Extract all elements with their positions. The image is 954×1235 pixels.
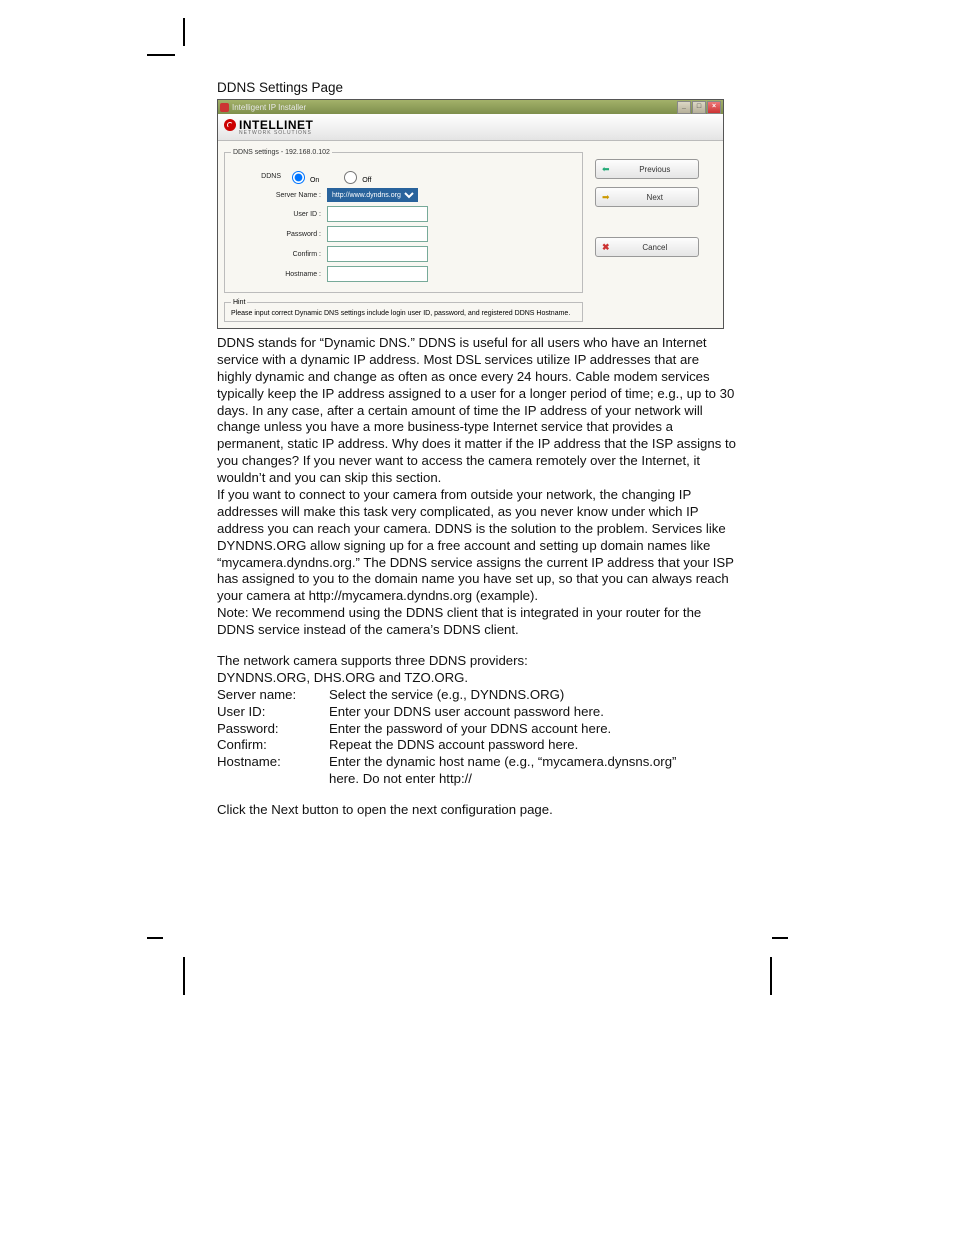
- definition-row: Confirm: Repeat the DDNS account passwor…: [217, 737, 737, 754]
- paragraph: DDNS stands for “Dynamic DNS.” DDNS is u…: [217, 335, 737, 487]
- server-name-select[interactable]: http://www.dyndns.org: [327, 188, 418, 202]
- hint-text: Please input correct Dynamic DNS setting…: [231, 310, 570, 317]
- crop-mark: [183, 18, 185, 46]
- definition-continuation: here. Do not enter http://: [329, 771, 737, 788]
- definition-row: User ID: Enter your DDNS user account pa…: [217, 704, 737, 721]
- ddns-label: DDNS: [231, 173, 287, 180]
- ddns-legend: DDNS settings - 192.168.0.102: [231, 149, 332, 156]
- app-icon: [220, 103, 229, 112]
- server-name-label: Server Name :: [231, 192, 327, 199]
- crop-mark: [147, 54, 175, 56]
- user-id-input[interactable]: [327, 206, 428, 222]
- crop-mark: [147, 937, 163, 939]
- definition-row: Server name: Select the service (e.g., D…: [217, 687, 737, 704]
- password-input[interactable]: [327, 226, 428, 242]
- paragraph: DYNDNS.ORG, DHS.ORG and TZO.ORG.: [217, 670, 737, 687]
- minimize-button[interactable]: _: [677, 101, 691, 114]
- body-text: DDNS stands for “Dynamic DNS.” DDNS is u…: [217, 335, 737, 819]
- confirm-label: Confirm :: [231, 251, 327, 258]
- maximize-button[interactable]: □: [692, 101, 706, 114]
- hostname-label: Hostname :: [231, 271, 327, 278]
- password-label: Password :: [231, 231, 327, 238]
- brand-bar: INTELLINET NETWORK SOLUTIONS: [218, 114, 723, 141]
- hint-legend: Hint: [231, 299, 247, 306]
- ddns-fieldset: DDNS settings - 192.168.0.102 DDNS On Of…: [224, 149, 583, 293]
- paragraph: Click the Next button to open the next c…: [217, 802, 737, 819]
- window-title: Intelligent IP Installer: [232, 103, 674, 112]
- crop-mark: [183, 957, 185, 995]
- hostname-input[interactable]: [327, 266, 428, 282]
- hint-fieldset: Hint Please input correct Dynamic DNS se…: [224, 299, 583, 322]
- brand-icon: [224, 119, 236, 131]
- app-window: Intelligent IP Installer _ □ × INTELLINE…: [217, 99, 724, 329]
- previous-button[interactable]: ⬅ Previous: [595, 159, 699, 179]
- paragraph: If you want to connect to your camera fr…: [217, 487, 737, 605]
- radio-off[interactable]: Off: [339, 177, 371, 184]
- cancel-icon: ✖: [602, 242, 610, 253]
- definition-row: Hostname: Enter the dynamic host name (e…: [217, 754, 737, 771]
- next-button[interactable]: ➡ Next: [595, 187, 699, 207]
- section-title: DDNS Settings Page: [217, 80, 737, 95]
- crop-mark: [770, 957, 772, 995]
- definition-row: Password: Enter the password of your DDN…: [217, 721, 737, 738]
- crop-mark: [772, 937, 788, 939]
- brand-subtitle: NETWORK SOLUTIONS: [239, 130, 717, 136]
- radio-on[interactable]: On: [287, 177, 319, 184]
- cancel-button[interactable]: ✖ Cancel: [595, 237, 699, 257]
- titlebar: Intelligent IP Installer _ □ ×: [218, 100, 723, 114]
- paragraph: Note: We recommend using the DDNS client…: [217, 605, 737, 639]
- arrow-left-icon: ⬅: [602, 164, 610, 175]
- confirm-input[interactable]: [327, 246, 428, 262]
- close-button[interactable]: ×: [707, 101, 721, 114]
- arrow-right-icon: ➡: [602, 192, 610, 203]
- user-id-label: User ID :: [231, 211, 327, 218]
- paragraph: The network camera supports three DDNS p…: [217, 653, 737, 670]
